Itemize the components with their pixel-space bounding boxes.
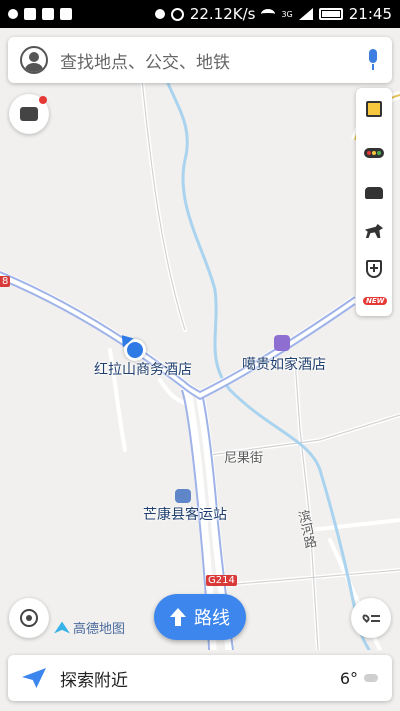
safety-button[interactable] (356, 250, 392, 288)
taxi-button[interactable] (356, 174, 392, 212)
status-bar: 22.12K/s 3G 21:45 (0, 0, 400, 28)
map-tools-panel (356, 88, 392, 316)
message-bubble-icon (20, 107, 38, 121)
shield-plus-icon (366, 260, 382, 278)
network-type: 3G (281, 9, 293, 19)
route-button-label: 路线 (194, 608, 230, 629)
status-left (8, 8, 72, 20)
search-input[interactable]: 查找地点、公交、地铁 (60, 48, 366, 73)
microphone-icon[interactable] (366, 49, 380, 71)
layers-icon (366, 101, 382, 117)
street-label-niguo: 尼果街 (224, 451, 264, 466)
road-shield-edge: 8 (0, 276, 11, 287)
amap-logo-icon (54, 621, 70, 634)
grid-icon (24, 8, 36, 20)
traffic-light-icon (364, 148, 384, 158)
paper-plane-icon (22, 668, 46, 688)
messages-button[interactable] (9, 94, 49, 134)
map-canvas (0, 58, 400, 650)
poi-label-bus-station[interactable]: 芒康县客运站 (143, 504, 227, 524)
list-pin-icon (360, 613, 380, 623)
poi-label-hotel-ga[interactable]: 噶贵如家酒店 (242, 354, 326, 374)
list-view-button[interactable] (351, 598, 391, 638)
clock: 21:45 (348, 5, 392, 23)
location-icon (8, 9, 18, 19)
image-icon (42, 8, 54, 20)
search-bar[interactable]: 查找地点、公交、地铁 (8, 37, 392, 83)
taxi-icon (365, 187, 383, 199)
status-right: 22.12K/s 3G 21:45 (154, 5, 392, 23)
hotel-icon[interactable] (274, 335, 290, 351)
explore-nearby-bar[interactable]: 探索附近 6° (8, 655, 392, 701)
poi-label-hotel-red[interactable]: 红拉山商务酒店 (94, 359, 192, 379)
route-button[interactable]: 路线 (154, 594, 246, 640)
battery-icon (318, 8, 343, 20)
horse-icon (365, 224, 383, 238)
image-icon (60, 8, 72, 20)
user-avatar-icon[interactable] (20, 46, 48, 74)
temperature[interactable]: 6° (340, 669, 358, 688)
locate-me-button[interactable] (9, 598, 49, 638)
road-shield-g214: G214 (206, 575, 237, 586)
new-badge: NEW (363, 297, 388, 305)
brand-logo: 高德地图 (54, 618, 125, 637)
alarm-icon (170, 7, 184, 21)
notification-dot (39, 96, 47, 104)
network-speed: 22.12K/s (189, 5, 256, 23)
map-view[interactable]: 红拉山商务酒店 噶贵如家酒店 尼果街 芒康县客运站 滨河路 G214 8 (0, 28, 400, 650)
bus-icon[interactable] (175, 489, 191, 503)
layers-button[interactable] (356, 90, 392, 128)
signal-icon (298, 8, 313, 20)
wifi-icon (261, 9, 276, 19)
cloud-icon (364, 674, 378, 682)
brand-name: 高德地图 (73, 622, 126, 637)
explore-nearby-label: 探索附近 (60, 670, 128, 691)
traffic-button[interactable] (356, 134, 392, 172)
location-icon (154, 9, 165, 19)
route-arrow-icon (170, 608, 186, 626)
crosshair-icon (20, 609, 38, 627)
horse-button[interactable] (356, 212, 392, 250)
